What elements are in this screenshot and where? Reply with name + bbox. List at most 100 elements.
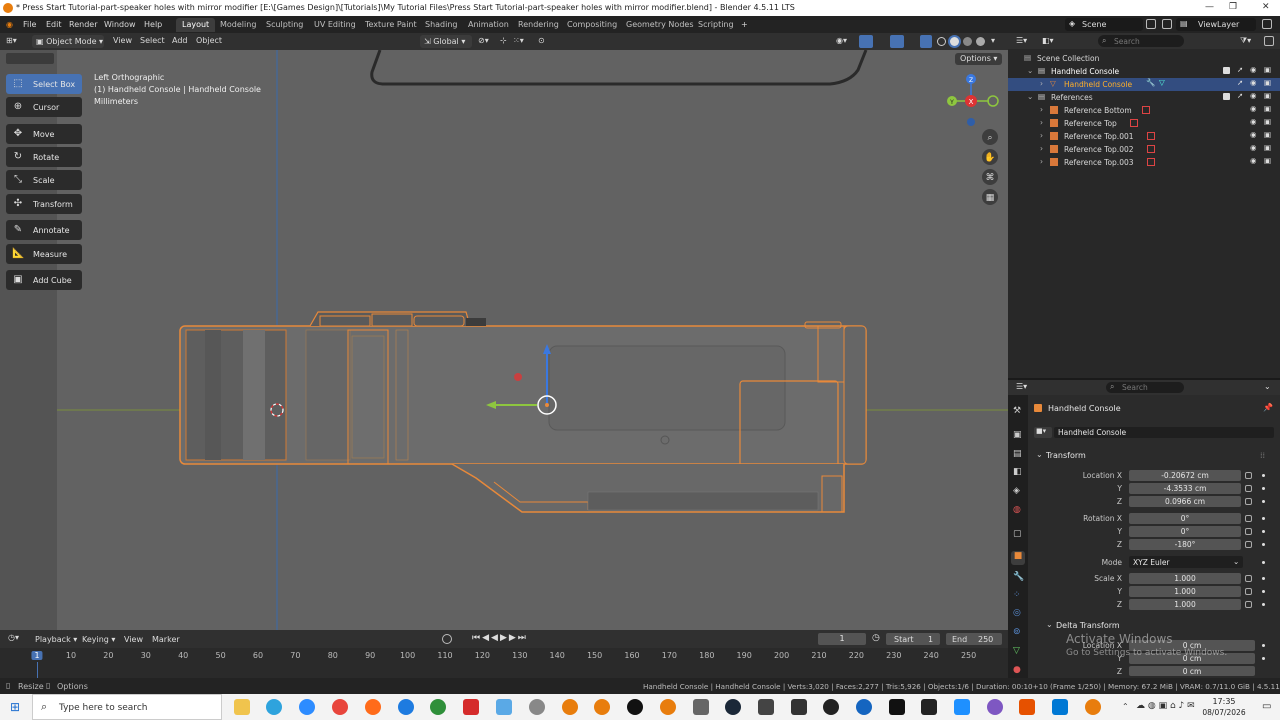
outliner-search-input[interactable]: ⌕ Search	[1098, 35, 1184, 47]
object-data-selector-icon[interactable]: ■▾	[1034, 427, 1052, 438]
workspace-tab-animation[interactable]: Animation	[462, 18, 515, 32]
modifier-wrench-icon[interactable]: 🔧	[1146, 78, 1155, 87]
blender-icon[interactable]	[660, 699, 676, 715]
rotation-x-field[interactable]: 0°	[1129, 513, 1241, 524]
app-icon[interactable]	[856, 699, 872, 715]
camera-icon[interactable]: ▣	[1264, 156, 1271, 165]
location-z-field[interactable]: 0.0966 cm	[1129, 496, 1241, 507]
select-arrow-icon[interactable]: ➚	[1237, 91, 1243, 100]
image-data-icon[interactable]	[1147, 145, 1155, 153]
location-y-field[interactable]: -4.3533 cm	[1129, 483, 1241, 494]
tool-annotate[interactable]: ✎ Annotate	[6, 220, 82, 240]
timeline-ruler[interactable]: 1 10 20 30 40 50 60 70 80 90 100 110 120 130 140 150 160…	[0, 648, 1008, 678]
eye-icon[interactable]: ◉	[1250, 104, 1257, 113]
app-icon[interactable]	[693, 699, 709, 715]
outliner-row-reference-bottom[interactable]: › Reference Bottom ◉ ▣	[1008, 104, 1280, 117]
tool-rotate[interactable]: ↻ Rotate	[6, 147, 82, 167]
menu-file[interactable]: File	[23, 20, 36, 29]
keyframe-dot-icon[interactable]	[1262, 603, 1265, 606]
chevron-down-icon[interactable]: ⌄	[1046, 620, 1053, 629]
transform-section-label[interactable]: Transform	[1046, 451, 1086, 460]
snap-icon[interactable]: ⊹	[500, 36, 507, 45]
lock-icon[interactable]	[1245, 472, 1252, 479]
camera-icon[interactable]: ▣	[1264, 91, 1271, 100]
viewport-menu-add[interactable]: Add	[172, 36, 188, 45]
browser-icon[interactable]	[398, 699, 414, 715]
lock-icon[interactable]	[1245, 575, 1252, 582]
workspace-tab-compositing[interactable]: Compositing	[561, 18, 623, 32]
pivot-icon[interactable]: ⊘▾	[478, 36, 489, 45]
chevron-right-icon[interactable]: ›	[1040, 131, 1043, 140]
playback-controls[interactable]: ⏮◀◀▶▶⏭	[472, 633, 528, 643]
chevron-right-icon[interactable]: ›	[1040, 79, 1043, 88]
keyframe-dot-icon[interactable]	[1262, 517, 1265, 520]
chrome-icon[interactable]	[332, 699, 348, 715]
render-tab-icon[interactable]: ▣	[1013, 430, 1022, 440]
workspace-tab-geometry-nodes[interactable]: Geometry Nodes	[620, 18, 699, 32]
keyframe-dot-icon[interactable]	[1262, 644, 1265, 647]
timeline-menu-playback[interactable]: Playback ▾	[35, 635, 77, 644]
outliner-editor-icon[interactable]: ☰▾	[1016, 36, 1027, 45]
app-icon[interactable]	[496, 699, 512, 715]
blender-icon[interactable]	[562, 699, 578, 715]
select-arrow-icon[interactable]: ➚	[1237, 78, 1243, 87]
app-icon[interactable]	[1019, 699, 1035, 715]
solid-shading-icon[interactable]	[950, 37, 959, 46]
delta-transform-section-label[interactable]: Delta Transform	[1056, 621, 1120, 630]
filter-icon[interactable]: ⧩▾	[1240, 36, 1251, 46]
drag-handle-icon[interactable]: ⁞⁞	[1260, 451, 1265, 460]
eye-icon[interactable]: ◉	[1250, 78, 1257, 87]
app-icon[interactable]	[791, 699, 807, 715]
viewport-options-button[interactable]: Options ▾	[955, 53, 1003, 65]
properties-editor-icon[interactable]: ☰▾	[1016, 382, 1027, 391]
menu-render[interactable]: Render	[69, 20, 97, 29]
outliner-row-reference-top[interactable]: › Reference Top ◉ ▣	[1008, 117, 1280, 130]
camera-icon[interactable]: ▣	[1264, 117, 1271, 126]
pin-icon[interactable]: 📌	[1263, 403, 1273, 412]
tray-chevron-icon[interactable]: ⌃	[1122, 702, 1129, 711]
notion-icon[interactable]	[889, 699, 905, 715]
delta-location-z-field[interactable]: 0 cm	[1129, 666, 1255, 676]
keyframe-dot-icon[interactable]	[1262, 530, 1265, 533]
eye-icon[interactable]: ◉	[1250, 117, 1257, 126]
editor-type-icon[interactable]: ⊞▾	[6, 36, 17, 45]
keyframe-dot-icon[interactable]	[1262, 474, 1265, 477]
chevron-right-icon[interactable]: ›	[1040, 157, 1043, 166]
unreal-engine-icon[interactable]	[627, 699, 643, 715]
workspace-tab-texture-paint[interactable]: Texture Paint	[359, 18, 423, 32]
new-collection-icon[interactable]	[1264, 36, 1274, 46]
outliner-row-reference-top-003[interactable]: › Reference Top.003 ◉ ▣	[1008, 156, 1280, 169]
camera-icon[interactable]: ▣	[1264, 130, 1271, 139]
view-layer-selector[interactable]: ▤ ViewLayer	[1176, 18, 1256, 31]
game-launcher-icon[interactable]	[430, 699, 446, 715]
app-icon[interactable]	[987, 699, 1003, 715]
object-tab-icon[interactable]: ■	[1011, 551, 1025, 565]
xray-toggle-icon[interactable]	[920, 35, 932, 48]
keyframe-dot-icon[interactable]	[1262, 590, 1265, 593]
object-name-field[interactable]: Handheld Console	[1054, 427, 1274, 438]
scale-y-field[interactable]: 1.000	[1129, 586, 1241, 597]
app-icon[interactable]	[529, 699, 545, 715]
workspace-tab-rendering[interactable]: Rendering	[512, 18, 565, 32]
camera-icon[interactable]: ▣	[1264, 143, 1271, 152]
viewport-menu-object[interactable]: Object	[196, 36, 222, 45]
world-tab-icon[interactable]: ◍	[1013, 505, 1021, 515]
image-data-icon[interactable]	[1147, 132, 1155, 140]
keyframe-dot-icon[interactable]	[1262, 500, 1265, 503]
rotation-z-field[interactable]: -180°	[1129, 539, 1241, 550]
checkbox-icon[interactable]	[1223, 67, 1230, 74]
file-explorer-icon[interactable]	[234, 699, 250, 715]
app-icon[interactable]	[921, 699, 937, 715]
wireframe-shading-icon[interactable]	[937, 37, 946, 46]
image-data-icon[interactable]	[1147, 158, 1155, 166]
outliner-row-reference-top-002[interactable]: › Reference Top.002 ◉ ▣	[1008, 143, 1280, 156]
blender-icon[interactable]	[594, 699, 610, 715]
chevron-down-icon[interactable]: ⌄	[1036, 450, 1043, 459]
constraints-tab-icon[interactable]: ⊚	[1013, 627, 1021, 637]
telegram-icon[interactable]	[266, 699, 282, 715]
playhead-line[interactable]	[37, 662, 38, 678]
timeline-menu-marker[interactable]: Marker	[152, 635, 180, 644]
menu-edit[interactable]: Edit	[46, 20, 62, 29]
particles-tab-icon[interactable]: ⁘	[1013, 590, 1021, 600]
menu-window[interactable]: Window	[104, 20, 136, 29]
